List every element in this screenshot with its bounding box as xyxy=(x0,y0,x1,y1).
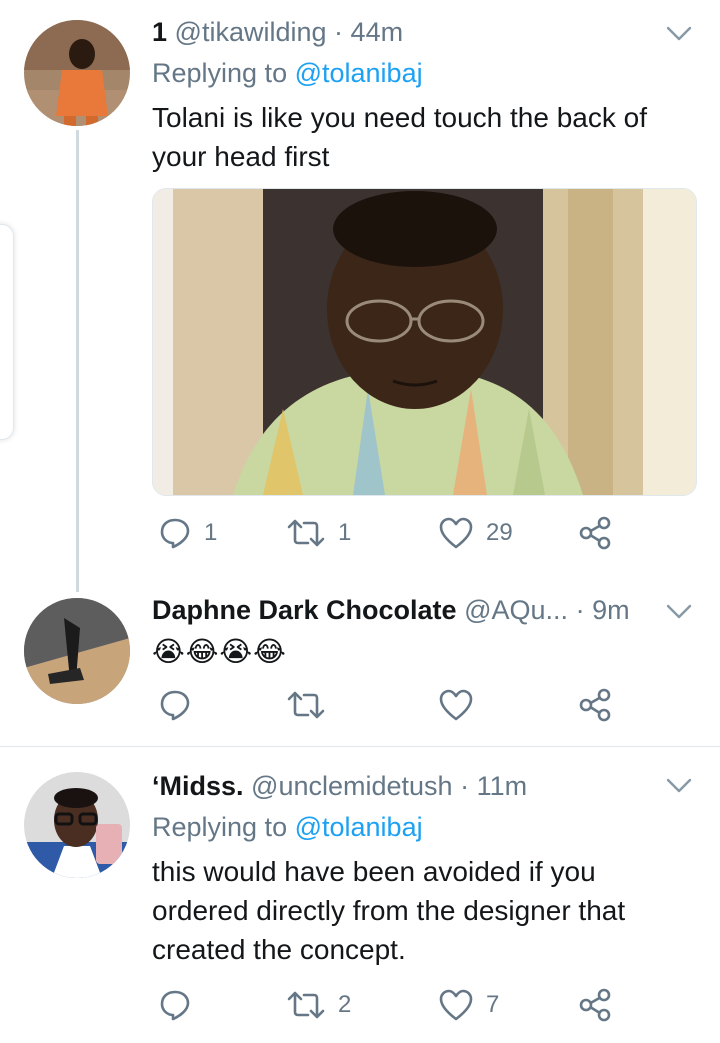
like-button[interactable]: 7 xyxy=(438,988,499,1022)
reply-button[interactable]: 1 xyxy=(158,516,217,550)
share-button[interactable] xyxy=(578,688,612,722)
heart-icon xyxy=(439,689,473,721)
tweet-actions xyxy=(152,688,622,728)
avatar[interactable] xyxy=(24,598,130,704)
like-button[interactable] xyxy=(438,688,474,722)
heart-icon xyxy=(439,989,473,1021)
reply-button[interactable] xyxy=(158,688,192,722)
user-handle[interactable]: @tikawilding xyxy=(175,17,327,47)
replying-to-prefix: Replying to xyxy=(152,58,295,88)
tweet-text: this would have been avoided if you orde… xyxy=(152,852,702,969)
share-button[interactable] xyxy=(578,988,612,1022)
chevron-down-icon[interactable] xyxy=(666,778,692,794)
share-icon xyxy=(579,988,611,1022)
reply-icon xyxy=(160,518,190,549)
retweet-button[interactable] xyxy=(286,688,326,722)
replying-to-link[interactable]: @tolanibaj xyxy=(295,812,423,842)
reply-icon xyxy=(160,990,190,1021)
tweet-actions: 1 1 29 xyxy=(152,516,622,556)
avatar[interactable] xyxy=(24,772,130,878)
timestamp: 44m xyxy=(350,17,404,47)
retweet-count: 2 xyxy=(338,991,352,1018)
heart-icon xyxy=(439,517,473,549)
avatar[interactable] xyxy=(24,20,130,126)
tweet-text-line: ordered directly from the designer that xyxy=(152,895,626,926)
user-handle[interactable]: @unclemidetush xyxy=(251,771,453,801)
replying-to: Replying to @tolanibaj xyxy=(152,810,423,844)
timestamp: 11m xyxy=(476,771,528,801)
tweet-actions: 2 7 xyxy=(152,988,622,1028)
tweet-text: 😭😂😭😂 xyxy=(152,632,287,671)
separator-dot: · xyxy=(334,17,344,47)
user-handle[interactable]: @AQu... xyxy=(464,595,568,625)
tweet-text-line: created the concept. xyxy=(152,934,406,965)
like-count: 7 xyxy=(486,991,500,1018)
tweet-text-line: your head first xyxy=(152,141,330,172)
tweet-header: ‘Midss. @unclemidetush · 11m xyxy=(152,769,527,803)
share-button[interactable] xyxy=(578,516,612,550)
retweet-icon xyxy=(287,691,325,719)
retweet-count: 1 xyxy=(338,519,352,546)
retweet-icon xyxy=(287,519,325,547)
tweet-text: Tolani is like you need touch the back o… xyxy=(152,98,702,176)
replying-to-link[interactable]: @tolanibaj xyxy=(295,58,423,88)
chevron-down-icon[interactable] xyxy=(666,604,692,620)
retweet-button[interactable]: 1 xyxy=(286,516,351,550)
retweet-icon xyxy=(287,991,325,1019)
tweet-text-line: Tolani is like you need touch the back o… xyxy=(152,102,647,133)
display-name[interactable]: Daphne Dark Chocolate xyxy=(152,595,457,625)
tweet-media-image[interactable] xyxy=(152,188,697,496)
share-icon xyxy=(579,516,611,550)
reply-count: 1 xyxy=(204,519,218,546)
replying-to: Replying to @tolanibaj xyxy=(152,56,423,90)
separator-dot: · xyxy=(460,771,470,801)
emoji-text: 😭😂😭😂 xyxy=(152,636,287,667)
thread-line xyxy=(76,130,79,592)
separator-dot: · xyxy=(575,595,585,625)
retweet-button[interactable]: 2 xyxy=(286,988,351,1022)
tweet-divider xyxy=(0,746,720,747)
tweet-text-line: this would have been avoided if you xyxy=(152,856,596,887)
share-icon xyxy=(579,688,611,722)
timestamp: 9m xyxy=(592,595,630,625)
chevron-down-icon[interactable] xyxy=(666,26,692,42)
offscreen-card xyxy=(0,224,14,440)
tweet-header: Daphne Dark Chocolate @AQu... · 9m xyxy=(152,593,630,627)
like-count: 29 xyxy=(486,519,513,546)
like-button[interactable]: 29 xyxy=(438,516,513,550)
display-name[interactable]: ‘Midss. xyxy=(152,771,244,801)
tweet-header: 1 @tikawilding · 44m xyxy=(152,15,403,49)
reply-icon xyxy=(160,690,190,721)
display-name[interactable]: 1 xyxy=(152,17,167,47)
reply-button[interactable] xyxy=(158,988,192,1022)
replying-to-prefix: Replying to xyxy=(152,812,295,842)
